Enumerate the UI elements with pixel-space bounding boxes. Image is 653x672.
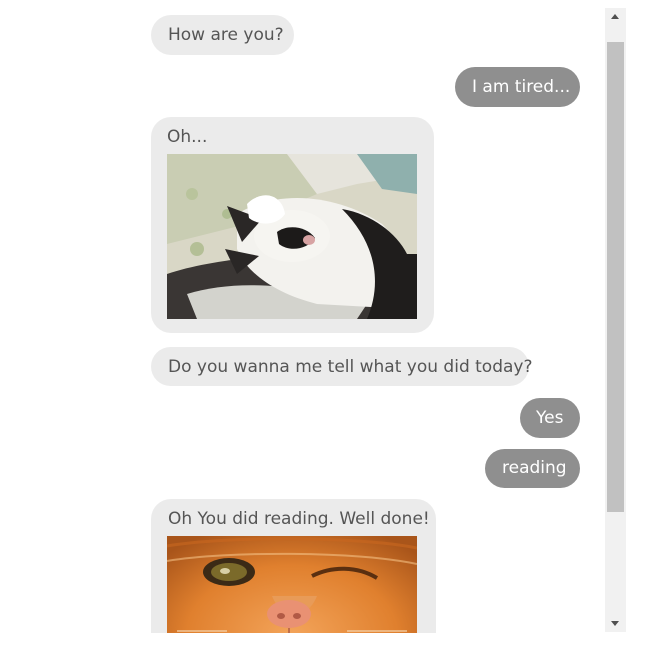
sleeping-cat-photo xyxy=(167,154,417,319)
message-text: reading xyxy=(502,458,567,478)
arrow-up-icon xyxy=(611,14,619,19)
message-text: Oh... xyxy=(167,127,208,147)
winking-orange-cat-photo xyxy=(167,536,417,633)
bot-message: How are you? xyxy=(151,15,294,55)
user-message: reading xyxy=(485,449,580,488)
user-message: Yes xyxy=(520,398,580,438)
message-text: How are you? xyxy=(168,25,284,45)
user-message: I am tired... xyxy=(455,67,580,107)
message-text: I am tired... xyxy=(472,77,571,97)
scroll-down-button[interactable] xyxy=(605,615,626,632)
bot-message: Do you wanna me tell what you did today? xyxy=(151,347,533,386)
bot-message: Oh... xyxy=(151,117,434,333)
scroll-up-button[interactable] xyxy=(605,8,626,25)
message-text: Do you wanna me tell what you did today? xyxy=(168,357,533,377)
arrow-down-icon xyxy=(611,621,619,626)
scrollbar-thumb[interactable] xyxy=(607,42,624,512)
message-text: Yes xyxy=(536,408,564,428)
bot-message: Oh You did reading. Well done! xyxy=(151,499,436,633)
scrollbar[interactable] xyxy=(605,8,626,632)
chat-messages[interactable]: How are you? I am tired... Oh... Do you … xyxy=(0,0,604,633)
message-text: Oh You did reading. Well done! xyxy=(168,509,430,529)
